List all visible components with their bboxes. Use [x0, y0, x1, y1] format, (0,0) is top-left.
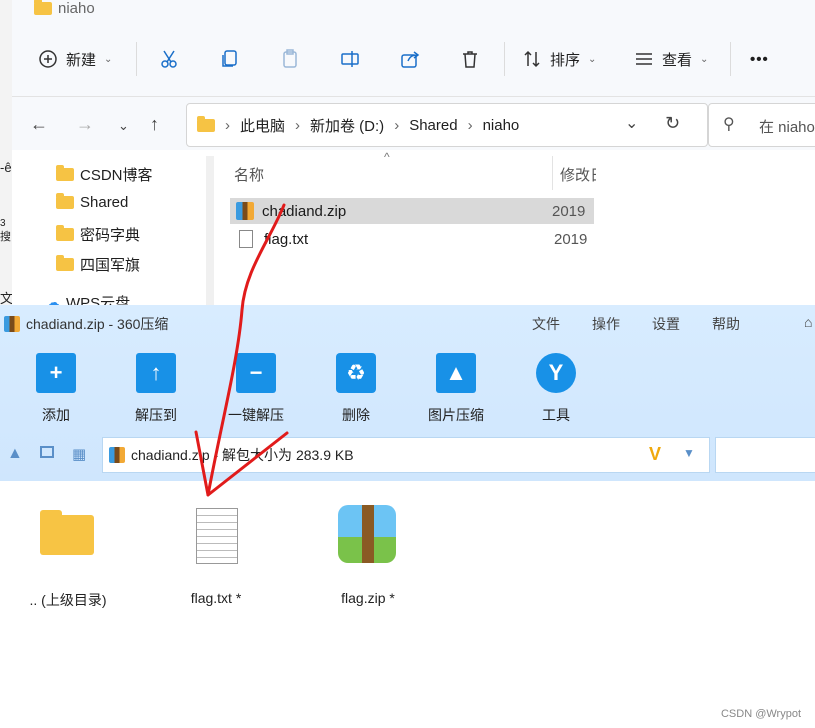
annotation-arrow-shaft [206, 203, 286, 497]
annotation-arrow [194, 203, 289, 497]
watermark: CSDN @Wrypot [720, 708, 801, 720]
